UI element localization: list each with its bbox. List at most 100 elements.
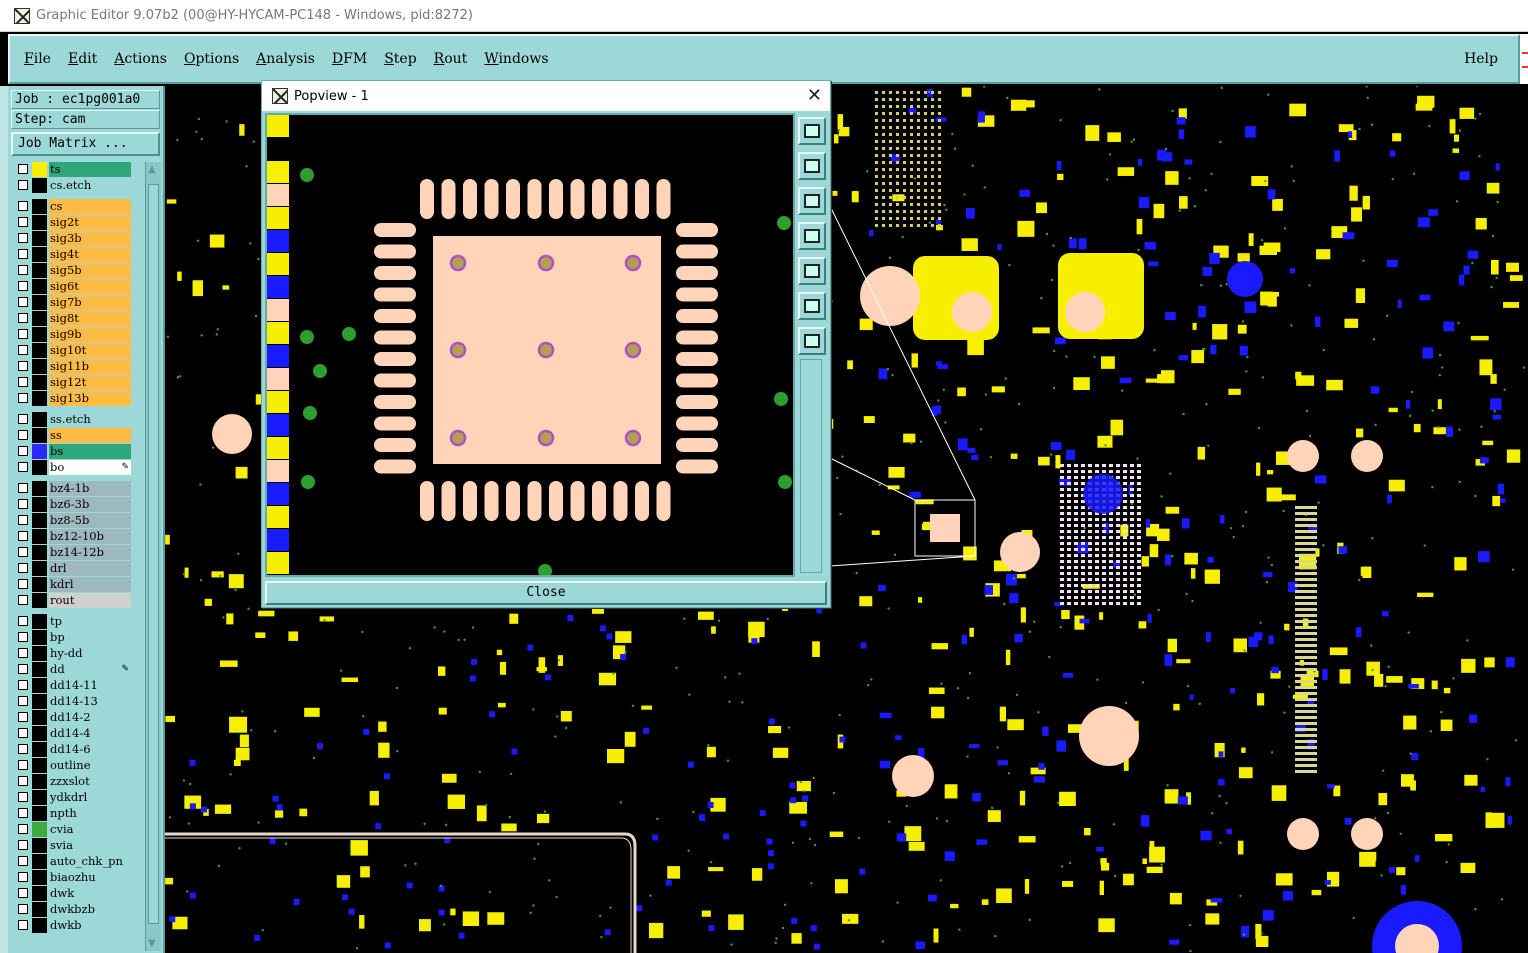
layer-checkbox[interactable]: [18, 856, 28, 866]
layer-row-dd14-11[interactable]: dd14-11: [14, 678, 132, 693]
scroll-thumb[interactable]: [148, 184, 159, 924]
layer-row-ss[interactable]: ss: [14, 428, 132, 443]
layer-name[interactable]: ydkdrl: [49, 790, 131, 805]
scroll-down-icon[interactable]: ▼: [148, 938, 156, 949]
layer-name[interactable]: hy-dd: [49, 646, 131, 661]
layer-checkbox[interactable]: [18, 483, 28, 493]
layer-checkbox[interactable]: [18, 361, 28, 371]
layer-name[interactable]: bp: [49, 630, 131, 645]
zoom-in-icon[interactable]: [798, 292, 826, 320]
layer-checkbox[interactable]: [18, 377, 28, 387]
layer-checkbox[interactable]: [18, 888, 28, 898]
layer-row-cs[interactable]: cs: [14, 199, 132, 214]
layer-name[interactable]: sig10t: [49, 343, 131, 358]
layer-checkbox[interactable]: [18, 712, 28, 722]
layer-row-hy-dd[interactable]: hy-dd: [14, 646, 132, 661]
layer-checkbox[interactable]: [18, 728, 28, 738]
layer-row-dwk[interactable]: dwk: [14, 886, 132, 901]
layer-row-sig5b[interactable]: sig5b: [14, 263, 132, 278]
layer-name[interactable]: sig6t: [49, 279, 131, 294]
layer-row-dd[interactable]: dd: [14, 662, 132, 677]
layer-row-npth[interactable]: npth: [14, 806, 132, 821]
menu-actions[interactable]: Actions: [114, 51, 167, 67]
layer-checkbox[interactable]: [18, 430, 28, 440]
layer-row-drl[interactable]: drl: [14, 561, 132, 576]
layer-checkbox[interactable]: [18, 531, 28, 541]
layer-row-bz8-5b[interactable]: bz8-5b: [14, 513, 132, 528]
layer-checkbox[interactable]: [18, 499, 28, 509]
layer-row-sig12t[interactable]: sig12t: [14, 375, 132, 390]
layer-name[interactable]: bz6-3b: [49, 497, 131, 512]
layer-checkbox[interactable]: [18, 792, 28, 802]
layer-name[interactable]: dd14-6: [49, 742, 131, 757]
menu-edit[interactable]: Edit: [68, 51, 97, 67]
pan-left-icon[interactable]: [798, 222, 826, 250]
layer-name[interactable]: sig9b: [49, 327, 131, 342]
layer-checkbox[interactable]: [18, 180, 28, 190]
pan-down-icon[interactable]: [798, 187, 826, 215]
layer-row-bs[interactable]: bs: [14, 444, 132, 459]
layer-name[interactable]: sig8t: [49, 311, 131, 326]
layer-row-bz14-12b[interactable]: bz14-12b: [14, 545, 132, 560]
layer-name[interactable]: sig4t: [49, 247, 131, 262]
menu-options[interactable]: Options: [184, 51, 239, 67]
component-zoom-view[interactable]: [267, 115, 793, 575]
layer-name[interactable]: dd14-13: [49, 694, 131, 709]
layer-row-sig2t[interactable]: sig2t: [14, 215, 132, 230]
layer-row-bz12-10b[interactable]: bz12-10b: [14, 529, 132, 544]
layer-name[interactable]: sig3b: [49, 231, 131, 246]
pan-right-icon[interactable]: [798, 257, 826, 285]
layer-name[interactable]: bs: [49, 444, 131, 459]
layer-name[interactable]: ss.etch: [49, 412, 131, 427]
pan-up-icon[interactable]: [798, 152, 826, 180]
layer-name[interactable]: bz8-5b: [49, 513, 131, 528]
layer-name[interactable]: dwk: [49, 886, 131, 901]
menu-analysis[interactable]: Analysis: [256, 51, 315, 67]
layer-row-bz6-3b[interactable]: bz6-3b: [14, 497, 132, 512]
layer-name[interactable]: bz12-10b: [49, 529, 131, 544]
layer-row-dd14-4[interactable]: dd14-4: [14, 726, 132, 741]
layer-row-dwkbzb[interactable]: dwkbzb: [14, 902, 132, 917]
layer-checkbox[interactable]: [18, 664, 28, 674]
popview-scrollbar[interactable]: [800, 359, 822, 573]
layer-row-bo[interactable]: bo: [14, 460, 132, 475]
layer-checkbox[interactable]: [18, 265, 28, 275]
layer-checkbox[interactable]: [18, 393, 28, 403]
layer-name[interactable]: sig11b: [49, 359, 131, 374]
layer-list-scrollbar[interactable]: ▲ ▼: [145, 162, 161, 951]
layer-name[interactable]: dwkbzb: [49, 902, 131, 917]
layer-name[interactable]: bz14-12b: [49, 545, 131, 560]
layer-name[interactable]: dd: [49, 662, 131, 677]
layer-checkbox[interactable]: [18, 281, 28, 291]
layer-row-sig8t[interactable]: sig8t: [14, 311, 132, 326]
layer-name[interactable]: cs: [49, 199, 131, 214]
layer-name[interactable]: tp: [49, 614, 131, 629]
layer-checkbox[interactable]: [18, 760, 28, 770]
layer-checkbox[interactable]: [18, 776, 28, 786]
layer-name[interactable]: bz4-1b: [49, 481, 131, 496]
layer-name[interactable]: cs.etch: [49, 178, 131, 193]
layer-row-rout[interactable]: rout: [14, 593, 132, 608]
layer-name[interactable]: sig7b: [49, 295, 131, 310]
layer-row-sig11b[interactable]: sig11b: [14, 359, 132, 374]
layer-row-zzxslot[interactable]: zzxslot: [14, 774, 132, 789]
scroll-up-icon[interactable]: ▲: [148, 164, 156, 175]
layer-name[interactable]: outline: [49, 758, 131, 773]
layer-checkbox[interactable]: [18, 233, 28, 243]
layer-name[interactable]: cvia: [49, 822, 131, 837]
layer-checkbox[interactable]: [18, 515, 28, 525]
layer-name[interactable]: biaozhu: [49, 870, 131, 885]
zoom-out-icon[interactable]: [798, 327, 826, 355]
layer-checkbox[interactable]: [18, 217, 28, 227]
layer-name[interactable]: sig5b: [49, 263, 131, 278]
layer-name[interactable]: sig13b: [49, 391, 131, 406]
layer-checkbox[interactable]: [18, 164, 28, 174]
layer-checkbox[interactable]: [18, 297, 28, 307]
layer-checkbox[interactable]: [18, 579, 28, 589]
layer-row-sig13b[interactable]: sig13b: [14, 391, 132, 406]
layer-checkbox[interactable]: [18, 744, 28, 754]
layer-checkbox[interactable]: [18, 696, 28, 706]
layer-name[interactable]: bo: [49, 460, 131, 475]
layer-row-auto_chk_pn[interactable]: auto_chk_pn: [14, 854, 132, 869]
layer-checkbox[interactable]: [18, 201, 28, 211]
